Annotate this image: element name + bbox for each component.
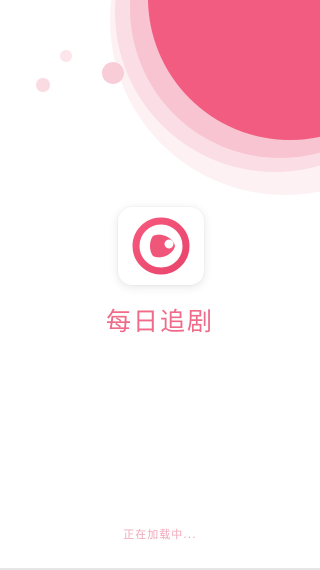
decor-arc-outer — [110, 0, 320, 195]
decor-blob-main — [148, 0, 320, 140]
decor-arc-inner — [130, 0, 320, 158]
decor-bubble-medium — [36, 78, 50, 92]
decor-arc-middle — [115, 0, 320, 172]
app-logo — [118, 207, 204, 285]
app-name: 每日追剧 — [105, 307, 214, 336]
decor-bubble-large — [102, 62, 124, 84]
background-decoration — [36, 0, 320, 195]
loading-status: 正在加载中... — [123, 528, 197, 541]
play-ring-icon — [132, 217, 190, 275]
splash-screen: 每日追剧 正在加载中... — [0, 0, 320, 570]
decor-bubble-small — [60, 50, 72, 62]
